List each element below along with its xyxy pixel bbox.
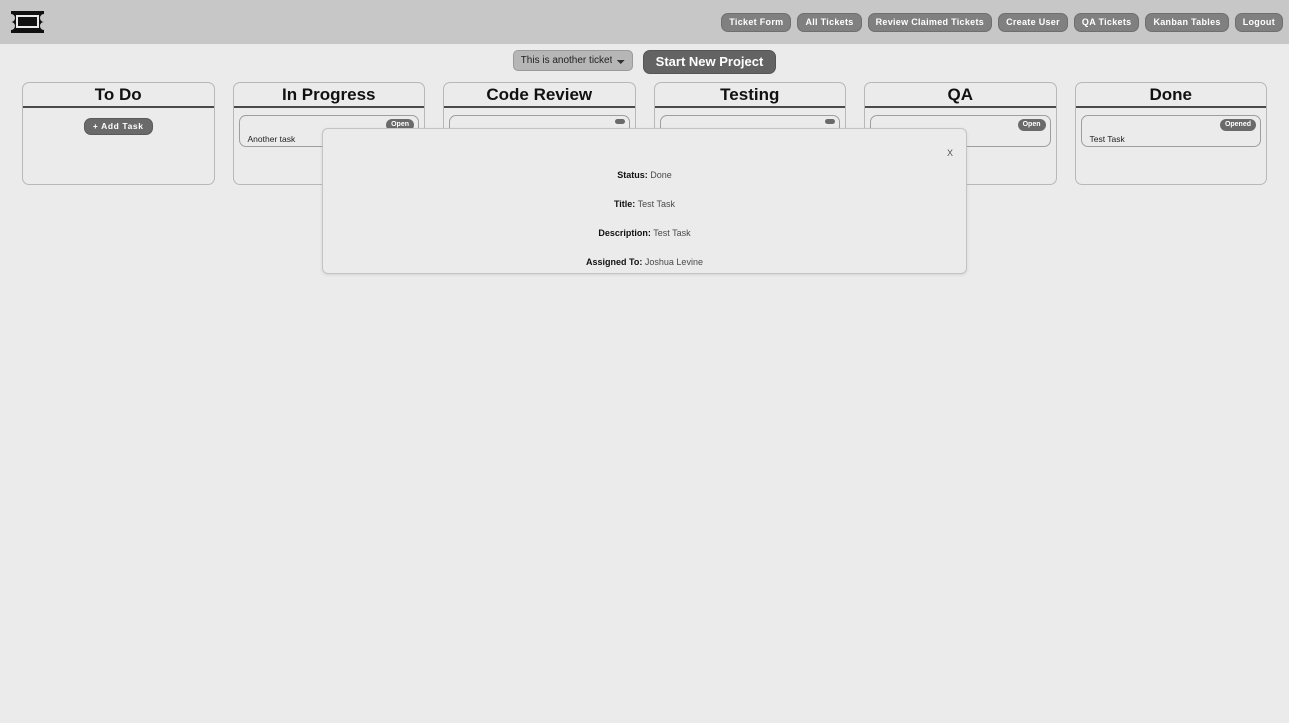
modal-row-status: Status: Done	[323, 170, 966, 181]
status-badge: Open	[1017, 119, 1046, 131]
status-badge	[614, 119, 625, 124]
ticket-icon[interactable]	[8, 6, 47, 37]
column-header: Done	[1075, 83, 1266, 108]
modal-row-description: Description: Test Task	[323, 228, 966, 239]
column-title: Code Review	[486, 84, 593, 104]
task-detail-modal: X Status: Done Title: Test Task Descript…	[322, 128, 967, 274]
column-header: QA	[865, 83, 1056, 108]
modal-value: Joshua Levine	[644, 257, 703, 267]
add-task-wrapper: + Add Task	[28, 115, 209, 135]
nav-review-claimed-tickets[interactable]: Review Claimed Tickets	[867, 13, 993, 32]
close-icon[interactable]: X	[943, 146, 957, 160]
start-new-project-button[interactable]: Start New Project	[642, 50, 777, 74]
column-header: Code Review	[444, 83, 635, 108]
modal-label: Status:	[617, 170, 648, 180]
nav-all-tickets[interactable]: All Tickets	[797, 13, 862, 32]
column-title: In Progress	[281, 84, 376, 104]
task-card[interactable]: Opened Test Task	[1080, 115, 1261, 147]
modal-row-assigned-to: Assigned To: Joshua Levine	[323, 257, 966, 268]
kanban-column-to-do: To Do + Add Task	[22, 82, 215, 185]
modal-body: Status: Done Title: Test Task Descriptio…	[323, 129, 966, 268]
nav-create-user[interactable]: Create User	[998, 13, 1068, 32]
column-body[interactable]: Opened Test Task	[1076, 108, 1267, 184]
nav-button-group: Ticket Form All Tickets Review Claimed T…	[721, 13, 1283, 32]
column-title: Done	[1149, 84, 1193, 104]
project-select[interactable]: This is another ticket title	[512, 50, 633, 71]
nav-logout[interactable]: Logout	[1234, 13, 1283, 32]
status-badge: Opened	[1219, 119, 1256, 131]
column-title: Testing	[720, 84, 780, 104]
modal-value: Done	[650, 170, 672, 180]
column-header: Testing	[654, 83, 845, 108]
project-toolbar: This is another ticket title Start New P…	[0, 50, 1289, 78]
nav-qa-tickets[interactable]: QA Tickets	[1073, 13, 1140, 32]
task-title: Test Task	[1089, 134, 1125, 144]
status-badge	[825, 119, 835, 124]
modal-label: Description:	[598, 228, 651, 238]
column-body[interactable]: + Add Task	[23, 108, 214, 184]
modal-row-title: Title: Test Task	[323, 199, 966, 210]
modal-label: Assigned To:	[586, 257, 643, 267]
kanban-column-done: Done Opened Test Task	[1074, 82, 1267, 185]
top-navigation-bar: Ticket Form All Tickets Review Claimed T…	[0, 0, 1289, 44]
add-task-button[interactable]: + Add Task	[83, 118, 153, 135]
modal-label: Title:	[613, 199, 636, 209]
nav-kanban-tables[interactable]: Kanban Tables	[1145, 13, 1229, 32]
column-title: QA	[947, 84, 974, 104]
column-header: To Do	[23, 83, 214, 108]
modal-value: Test Task	[653, 228, 691, 238]
modal-value: Test Task	[637, 199, 676, 209]
column-title: To Do	[94, 84, 142, 104]
task-title: Another task	[247, 134, 296, 144]
nav-ticket-form[interactable]: Ticket Form	[721, 13, 792, 32]
column-header: In Progress	[233, 83, 424, 108]
